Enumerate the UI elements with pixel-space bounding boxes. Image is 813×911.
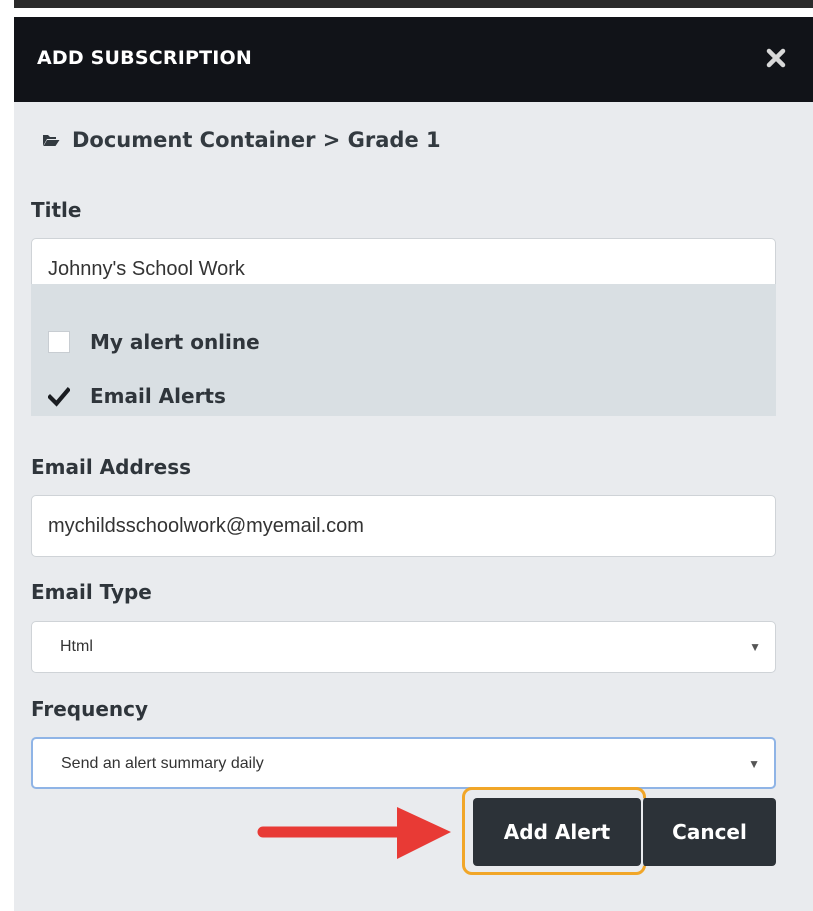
my-alert-online-option[interactable]: My alert online bbox=[48, 330, 260, 354]
page-top-gap bbox=[14, 8, 813, 17]
frequency-value: Send an alert summary daily bbox=[61, 755, 264, 772]
folder-open-icon bbox=[43, 135, 60, 146]
breadcrumb: Document Container > Grade 1 bbox=[42, 128, 441, 152]
title-label: Title bbox=[31, 198, 82, 222]
my-alert-online-label: My alert online bbox=[90, 330, 260, 354]
chevron-down-icon: ▼ bbox=[749, 640, 761, 654]
arrow-annotation-icon bbox=[257, 807, 451, 859]
alert-options-panel: My alert online Email Alerts bbox=[31, 284, 776, 416]
checkmark-icon[interactable] bbox=[48, 385, 70, 407]
email-address-input[interactable]: mychildsschoolwork@myemail.com bbox=[31, 495, 776, 557]
add-alert-button[interactable]: Add Alert bbox=[473, 798, 641, 866]
close-icon[interactable] bbox=[765, 47, 787, 69]
breadcrumb-text: Document Container > Grade 1 bbox=[72, 128, 441, 152]
dialog-header: ADD SUBSCRIPTION bbox=[14, 17, 813, 102]
email-type-value: Html bbox=[60, 638, 93, 655]
email-alerts-option[interactable]: Email Alerts bbox=[48, 384, 226, 408]
email-alerts-label: Email Alerts bbox=[90, 384, 226, 408]
email-type-select[interactable]: Html ▼ bbox=[31, 621, 776, 673]
page-top-border bbox=[14, 0, 813, 8]
cancel-button[interactable]: Cancel bbox=[641, 798, 776, 866]
dialog-title: ADD SUBSCRIPTION bbox=[37, 47, 252, 69]
frequency-select[interactable]: Send an alert summary daily ▼ bbox=[31, 737, 776, 789]
chevron-down-icon: ▼ bbox=[748, 757, 760, 771]
email-type-label: Email Type bbox=[31, 580, 152, 604]
frequency-label: Frequency bbox=[31, 697, 149, 721]
my-alert-online-checkbox[interactable] bbox=[48, 331, 70, 353]
email-address-label: Email Address bbox=[31, 455, 192, 479]
